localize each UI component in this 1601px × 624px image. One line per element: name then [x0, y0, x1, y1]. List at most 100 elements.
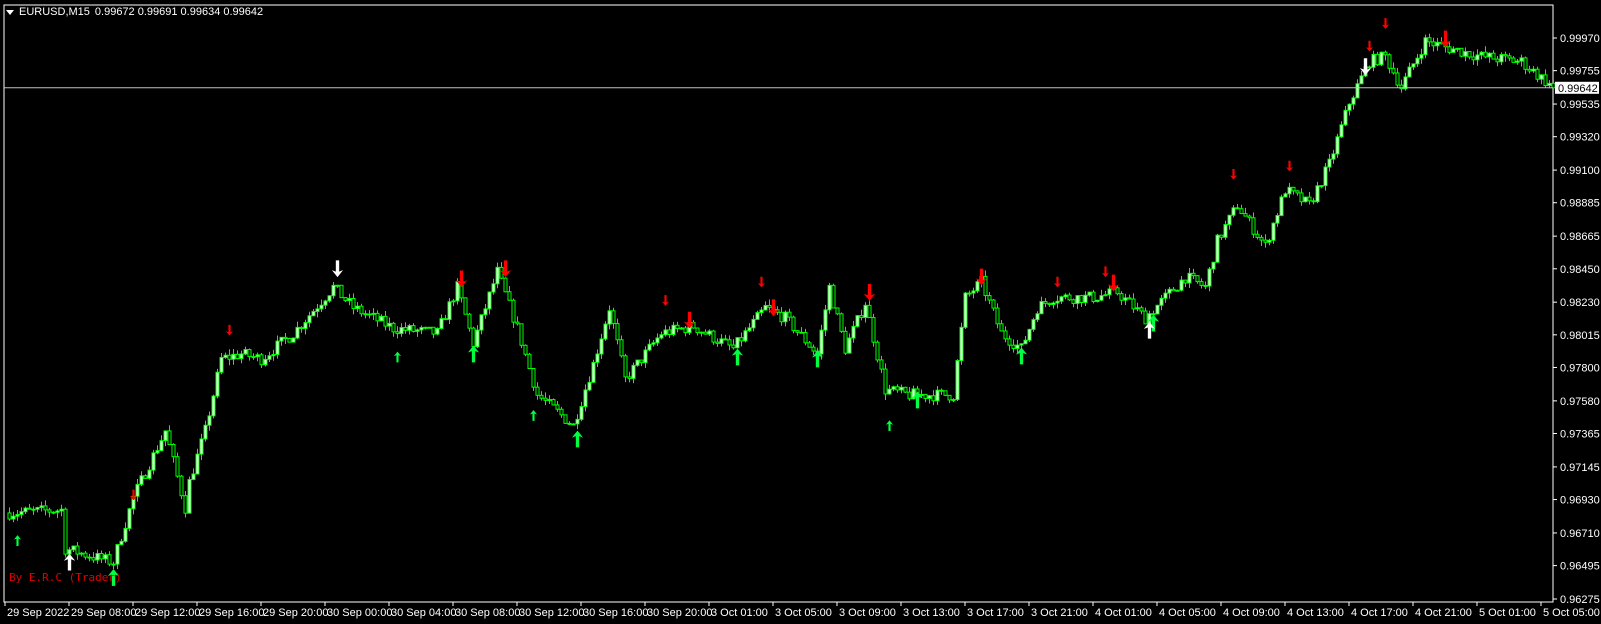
price-chart[interactable]: 0.99970 0.99755 0.99535 0.99320 0.99100 0.988…	[0, 0, 1601, 624]
candle-body	[1055, 300, 1060, 304]
candle-body	[1367, 66, 1372, 69]
candle-body	[727, 339, 732, 346]
candle-body	[1447, 46, 1452, 53]
x-tick-label: 3 Oct 05:00	[775, 607, 832, 619]
candle-body	[471, 327, 476, 348]
candle-body	[667, 329, 672, 336]
candle-body	[103, 554, 108, 560]
candle-body	[1083, 294, 1088, 303]
candle-body	[883, 368, 888, 395]
candle-body	[711, 330, 716, 343]
x-tick-label: 5 Oct 01:00	[1479, 607, 1536, 619]
candle-body	[1163, 292, 1168, 299]
candle-body	[1379, 51, 1384, 66]
candle-body	[1535, 68, 1540, 80]
candle-body	[635, 359, 640, 366]
candle-body	[1531, 68, 1536, 72]
candle-body	[551, 399, 556, 406]
candle-body	[747, 327, 752, 332]
candle-body	[323, 300, 328, 306]
candle-body	[935, 389, 940, 402]
sell-arrow-icon	[863, 283, 876, 301]
candle-body	[463, 297, 468, 315]
candle-body	[987, 295, 992, 301]
candle-body	[1259, 236, 1264, 241]
candle-body	[211, 395, 216, 417]
candle-body	[811, 346, 816, 352]
candle-body	[143, 475, 148, 479]
candle-body	[655, 337, 660, 344]
candle-body	[1335, 136, 1340, 155]
candle-body	[899, 386, 904, 391]
y-tick-label: 0.97800	[1560, 362, 1600, 374]
candle-body	[235, 353, 240, 360]
candle-body	[79, 552, 84, 555]
candle-body	[275, 340, 280, 355]
candle-body	[1095, 299, 1100, 303]
candle-body	[171, 444, 176, 458]
candle-body	[1323, 166, 1328, 187]
y-tick-label: 0.97365	[1560, 429, 1600, 441]
candle-body	[735, 337, 740, 349]
y-tick-label: 0.99100	[1560, 165, 1600, 177]
candle-body	[1071, 299, 1076, 304]
candle-body	[443, 318, 448, 321]
candle-body	[191, 473, 196, 480]
candle-body	[303, 322, 308, 330]
candle-body	[555, 404, 560, 410]
candle-body	[239, 353, 244, 360]
candle-body	[255, 354, 260, 358]
signature-label: By E.R.C (Trader)	[9, 571, 122, 584]
candle-body	[1243, 213, 1248, 217]
candle-body	[1051, 302, 1056, 305]
sell-arrow-icon	[331, 260, 344, 278]
candle-body	[371, 312, 376, 315]
candle-body	[791, 316, 796, 332]
candle-body	[339, 284, 344, 299]
candle-body	[1471, 56, 1476, 61]
candle-body	[83, 552, 88, 558]
candle-body	[867, 304, 872, 319]
candle-body	[975, 281, 980, 292]
candle-body	[767, 304, 772, 308]
candle-body	[195, 453, 200, 475]
candle-body	[1151, 313, 1156, 316]
y-tick-label: 0.99320	[1560, 132, 1600, 144]
candle-body	[271, 353, 276, 357]
x-tick-label: 29 Sep 08:00	[71, 607, 136, 619]
candle-body	[1483, 51, 1488, 58]
candle-body	[671, 324, 676, 336]
candle-body	[363, 313, 368, 316]
candle-body	[407, 325, 412, 331]
candle-body	[1167, 288, 1172, 294]
candle-body	[475, 329, 480, 348]
candle-body	[395, 331, 400, 335]
candle-body	[87, 556, 92, 559]
candle-body	[527, 353, 532, 370]
y-tick-label: 0.98665	[1560, 231, 1600, 243]
candle-body	[1459, 47, 1464, 57]
candle-body	[243, 349, 248, 355]
candle-body	[379, 315, 384, 322]
candle-body	[31, 508, 36, 511]
candle-body	[779, 311, 784, 323]
x-tick-label: 5 Oct 05:00	[1543, 607, 1600, 619]
candle-body	[427, 326, 432, 329]
x-tick-label: 4 Oct 13:00	[1287, 607, 1344, 619]
candle-body	[763, 304, 768, 311]
candle-body	[547, 399, 552, 402]
candle-body	[1411, 63, 1416, 68]
candle-body	[1287, 186, 1292, 195]
candle-body	[279, 336, 284, 342]
candle-body	[1427, 37, 1432, 43]
candle-body	[1327, 158, 1332, 168]
candle-body	[1091, 291, 1096, 303]
candle-body	[903, 386, 908, 393]
x-tick-label: 30 Sep 16:00	[583, 607, 648, 619]
candle-body	[1211, 261, 1216, 270]
candle-body	[963, 292, 968, 328]
dropdown-triangle-icon[interactable]	[6, 9, 14, 15]
candle-body	[1191, 272, 1196, 277]
candle-body	[423, 326, 428, 329]
candle-body	[231, 353, 236, 360]
